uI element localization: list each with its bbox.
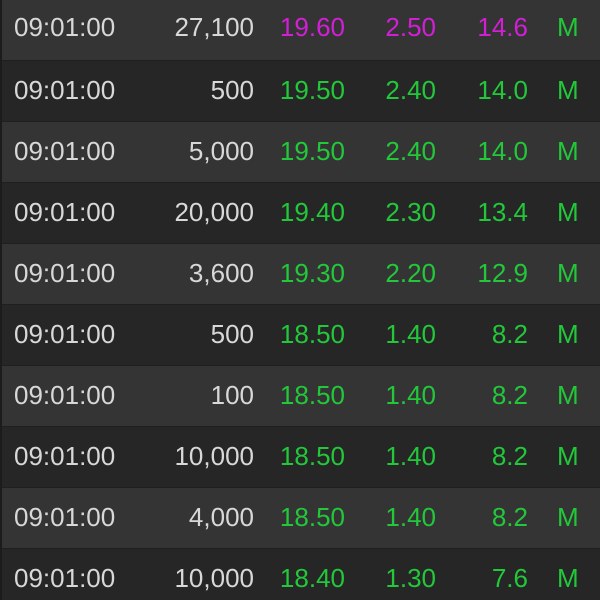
trade-price: 18.50 (279, 380, 345, 410)
trade-time: 09:01:00 (14, 319, 116, 349)
trade-change-percent: 13.4 (477, 197, 528, 227)
trade-change-percent: 8.2 (491, 319, 528, 349)
trade-market-flag: M (557, 563, 579, 593)
trade-time: 09:01:00 (14, 502, 116, 532)
trade-change: 2.40 (385, 136, 436, 166)
trade-market-flag: M (557, 75, 579, 105)
time-and-sales-table: 09:01:00 27,100 19.60 2.50 14.6 M 09:01:00 500 1… (0, 0, 600, 600)
trade-time: 09:01:00 (14, 75, 116, 105)
trade-volume: 10,000 (174, 441, 254, 471)
trade-price: 19.30 (279, 258, 345, 288)
trade-change-percent: 8.2 (491, 441, 528, 471)
trade-volume: 500 (210, 319, 254, 349)
trade-change-percent: 7.6 (491, 563, 528, 593)
trade-volume: 3,600 (188, 258, 254, 288)
trade-time: 09:01:00 (14, 563, 116, 593)
trade-market-flag: M (557, 319, 579, 349)
trade-volume: 5,000 (188, 136, 254, 166)
trade-volume: 20,000 (174, 197, 254, 227)
trade-price: 18.50 (279, 502, 345, 532)
trade-row[interactable]: 09:01:00 100 18.50 1.40 8.2 M (2, 366, 600, 427)
trade-market-flag: M (557, 136, 579, 166)
trade-price: 18.50 (279, 441, 345, 471)
trade-market-flag: M (557, 502, 579, 532)
trade-row[interactable]: 09:01:00 20,000 19.40 2.30 13.4 M (2, 183, 600, 244)
trade-change-percent: 14.0 (477, 75, 528, 105)
trade-change: 2.40 (385, 75, 436, 105)
trade-market-flag: M (557, 441, 579, 471)
trade-price: 19.50 (279, 75, 345, 105)
trade-volume: 4,000 (188, 502, 254, 532)
trade-volume: 10,000 (174, 563, 254, 593)
trade-market-flag: M (557, 258, 579, 288)
trade-market-flag: M (557, 380, 579, 410)
trade-price: 18.50 (279, 319, 345, 349)
trade-row[interactable]: 09:01:00 5,000 19.50 2.40 14.0 M (2, 122, 600, 183)
trade-time: 09:01:00 (14, 12, 116, 42)
trade-price: 19.50 (279, 136, 345, 166)
trade-change: 1.40 (385, 380, 436, 410)
trade-volume: 100 (210, 380, 254, 410)
trade-row[interactable]: 09:01:00 4,000 18.50 1.40 8.2 M (2, 488, 600, 549)
trade-change: 1.40 (385, 319, 436, 349)
trade-change: 2.50 (385, 12, 436, 42)
trade-change: 1.40 (385, 441, 436, 471)
trade-price: 19.60 (279, 12, 345, 42)
trade-change: 2.30 (385, 197, 436, 227)
trade-row[interactable]: 09:01:00 3,600 19.30 2.20 12.9 M (2, 244, 600, 305)
trade-row[interactable]: 09:01:00 500 19.50 2.40 14.0 M (2, 61, 600, 122)
trade-volume: 500 (210, 75, 254, 105)
trade-volume: 27,100 (174, 12, 254, 42)
trade-time: 09:01:00 (14, 136, 116, 166)
trade-time: 09:01:00 (14, 197, 116, 227)
trade-change: 1.40 (385, 502, 436, 532)
trade-row[interactable]: 09:01:00 10,000 18.50 1.40 8.2 M (2, 427, 600, 488)
trade-price: 18.40 (279, 563, 345, 593)
trade-change-percent: 8.2 (491, 502, 528, 532)
trade-time: 09:01:00 (14, 258, 116, 288)
trade-change-percent: 12.9 (477, 258, 528, 288)
trade-time: 09:01:00 (14, 380, 116, 410)
trade-change: 1.30 (385, 563, 436, 593)
trade-price: 19.40 (279, 197, 345, 227)
trade-market-flag: M (557, 12, 579, 42)
trade-change-percent: 14.0 (477, 136, 528, 166)
trade-row[interactable]: 09:01:00 500 18.50 1.40 8.2 M (2, 305, 600, 366)
trade-time: 09:01:00 (14, 441, 116, 471)
trade-row[interactable]: 09:01:00 10,000 18.40 1.30 7.6 M (2, 549, 600, 600)
trade-change-percent: 8.2 (491, 380, 528, 410)
trade-market-flag: M (557, 197, 579, 227)
trade-change-percent: 14.6 (477, 12, 528, 42)
trade-row[interactable]: 09:01:00 27,100 19.60 2.50 14.6 M (2, 0, 600, 61)
trade-change: 2.20 (385, 258, 436, 288)
